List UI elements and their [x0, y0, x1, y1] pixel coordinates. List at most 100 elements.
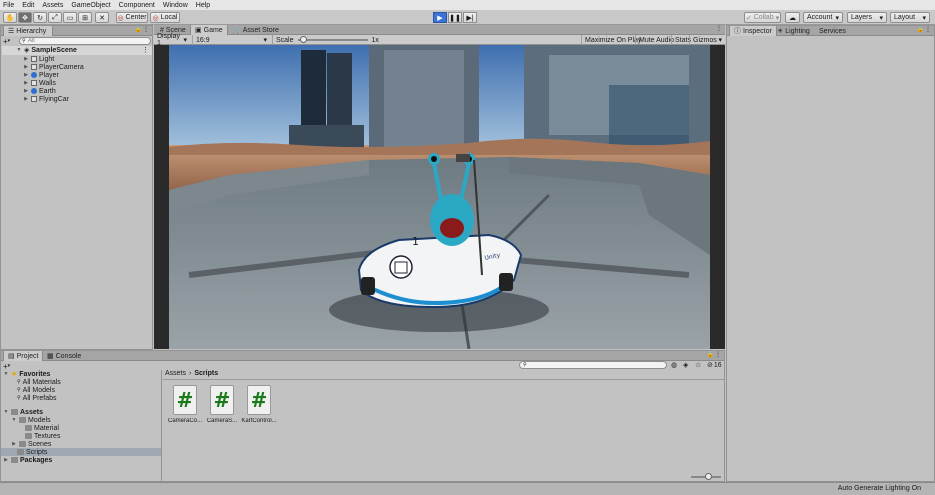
script-asset[interactable]: # KartControl...: [239, 385, 279, 424]
hierarchy-item-flyingcar[interactable]: ▶ FlyingCar: [23, 95, 69, 103]
expand-arrow-icon[interactable]: ▶: [23, 80, 29, 86]
tab-inspector[interactable]: ⓘ Inspector: [729, 26, 777, 36]
scale-label: Scale: [276, 36, 294, 44]
csharp-script-icon: #: [247, 385, 271, 415]
breadcrumb-item[interactable]: Scripts: [194, 370, 218, 377]
expand-arrow-icon[interactable]: ▶: [3, 457, 9, 463]
folder-item-models[interactable]: ▼ Models: [11, 416, 51, 424]
folder-icon: [11, 457, 18, 463]
folder-icon: [19, 417, 26, 423]
expand-arrow-icon[interactable]: ▼: [11, 417, 17, 423]
custom-tool-icon[interactable]: ✕: [95, 12, 109, 23]
tab-lighting[interactable]: ☀ Lighting: [773, 26, 814, 36]
hierarchy-item-playercamera[interactable]: ▶ PlayerCamera: [23, 63, 84, 71]
transform-tool-icon[interactable]: ⊞: [78, 12, 92, 23]
more-icon[interactable]: ⋮: [715, 351, 721, 358]
more-icon[interactable]: ⋮: [143, 26, 149, 33]
layout-dropdown[interactable]: Layout ▾: [890, 12, 930, 23]
more-icon[interactable]: ⋮: [716, 25, 722, 32]
menu-edit[interactable]: Edit: [19, 2, 39, 9]
status-text[interactable]: Auto Generate Lighting On: [838, 485, 921, 492]
script-asset[interactable]: # CameraS...: [202, 385, 242, 424]
project-add-button[interactable]: + ▾: [3, 362, 17, 371]
hand-tool-icon[interactable]: ✋: [3, 12, 17, 23]
menu-assets[interactable]: Assets: [39, 2, 68, 9]
add-button[interactable]: + ▾: [3, 37, 17, 46]
hidden-packages-counter[interactable]: ⊘ 16: [707, 361, 722, 370]
script-asset[interactable]: # CameraCo...: [165, 385, 205, 424]
rect-tool-icon[interactable]: ▭: [63, 12, 77, 23]
rotate-tool-icon[interactable]: ↻: [33, 12, 47, 23]
folder-item-scenes[interactable]: ▶ Scenes: [11, 440, 51, 448]
menu-component[interactable]: Component: [116, 2, 160, 9]
search-icon: ⚲: [17, 395, 21, 401]
hierarchy-item-player[interactable]: ▶ Player: [23, 71, 59, 79]
expand-arrow-icon[interactable]: ▶: [23, 56, 29, 62]
tab-services[interactable]: Services: [815, 26, 850, 36]
expand-arrow-icon[interactable]: ▶: [23, 96, 29, 102]
folder-item-scripts-selected[interactable]: Scripts: [1, 448, 161, 456]
play-button[interactable]: ▶: [433, 12, 447, 23]
more-icon[interactable]: ⋮: [925, 26, 931, 33]
folder-item-textures[interactable]: Textures: [25, 432, 60, 440]
assets-row[interactable]: ▼ Assets: [3, 408, 43, 416]
menu-window[interactable]: Window: [160, 2, 193, 9]
packages-row[interactable]: ▶ Packages: [3, 456, 52, 464]
favorite-item[interactable]: ⚲ All Materials: [17, 378, 61, 386]
layers-dropdown[interactable]: Layers ▾: [847, 12, 887, 23]
lock-icon[interactable]: 🔒: [917, 26, 924, 33]
pivot-toggle-button[interactable]: ◎ Center: [116, 12, 148, 23]
game-view-canvas[interactable]: 1 Unity: [169, 45, 710, 349]
hierarchy-item-light[interactable]: ▶ Light: [23, 55, 54, 63]
expand-arrow-icon[interactable]: ▼: [3, 371, 9, 377]
move-tool-icon[interactable]: ✥: [18, 12, 32, 23]
cloud-button[interactable]: ☁: [785, 12, 800, 23]
folder-item-material[interactable]: Material: [25, 424, 59, 432]
menu-help[interactable]: Help: [193, 2, 215, 9]
aspect-dropdown[interactable]: 16:9 ▾: [192, 35, 270, 45]
tab-hierarchy[interactable]: ☰ Hierarchy: [3, 26, 53, 36]
cloud-icon: ☁: [789, 14, 796, 22]
step-button[interactable]: ▶|: [463, 12, 477, 23]
tab-project[interactable]: ▤ Project: [3, 351, 44, 361]
hierarchy-item-earth[interactable]: ▶ Earth: [23, 87, 56, 95]
menu-file[interactable]: File: [0, 2, 19, 9]
filter-by-type-icon[interactable]: ◍: [671, 361, 677, 369]
hierarchy-item-walls[interactable]: ▶ Walls: [23, 79, 56, 87]
asset-label: KartControl...: [241, 418, 277, 424]
space-toggle-button[interactable]: ◎ Local: [150, 12, 180, 23]
expand-arrow-icon[interactable]: ▶: [23, 72, 29, 78]
gizmos-dropdown[interactable]: Gizmos ▾: [689, 35, 725, 45]
expand-arrow-icon[interactable]: ▶: [23, 88, 29, 94]
scene-row[interactable]: ▼ ◈ SampleScene ⋮: [2, 46, 152, 55]
project-search-input[interactable]: [519, 361, 667, 369]
menu-gameobject[interactable]: GameObject: [68, 2, 115, 9]
lock-icon[interactable]: 🔒: [135, 26, 142, 33]
hierarchy-search-input[interactable]: [19, 37, 151, 45]
account-dropdown[interactable]: Account ▾: [803, 12, 843, 23]
display-dropdown[interactable]: Display 1 ▾: [154, 33, 190, 47]
scale-slider[interactable]: [297, 36, 368, 43]
collab-button[interactable]: ✓ Collab ▾: [744, 12, 781, 23]
filter-by-label-icon[interactable]: ◈: [683, 361, 688, 369]
favorite-item[interactable]: ⚲ All Prefabs: [17, 394, 57, 402]
expand-arrow-icon[interactable]: ▼: [3, 409, 9, 415]
scale-tool-icon[interactable]: ⤢: [48, 12, 62, 23]
favorites-row[interactable]: ▼ ★ Favorites: [3, 370, 51, 379]
pause-icon: ❚❚: [449, 14, 461, 22]
icon-size-slider-handle[interactable]: [705, 473, 712, 480]
tab-game[interactable]: ▣ Game: [190, 25, 228, 35]
tab-console[interactable]: ▦ Console: [43, 351, 85, 361]
expand-arrow-icon[interactable]: ▶: [11, 441, 17, 447]
tab-asset-store[interactable]: 🛒 Asset Store: [228, 25, 283, 35]
scale-slider-handle[interactable]: [299, 36, 307, 43]
pause-button[interactable]: ❚❚: [448, 12, 462, 23]
expand-arrow-icon[interactable]: ▼: [16, 47, 22, 53]
icon-size-slider[interactable]: [691, 473, 721, 480]
more-icon[interactable]: ⋮: [142, 46, 149, 54]
favorite-star-icon[interactable]: ☆: [695, 361, 701, 369]
favorite-item[interactable]: ⚲ All Models: [17, 386, 55, 394]
breadcrumb-item[interactable]: Assets: [165, 370, 186, 377]
lock-icon[interactable]: 🔒: [707, 351, 714, 358]
expand-arrow-icon[interactable]: ▶: [23, 64, 29, 70]
